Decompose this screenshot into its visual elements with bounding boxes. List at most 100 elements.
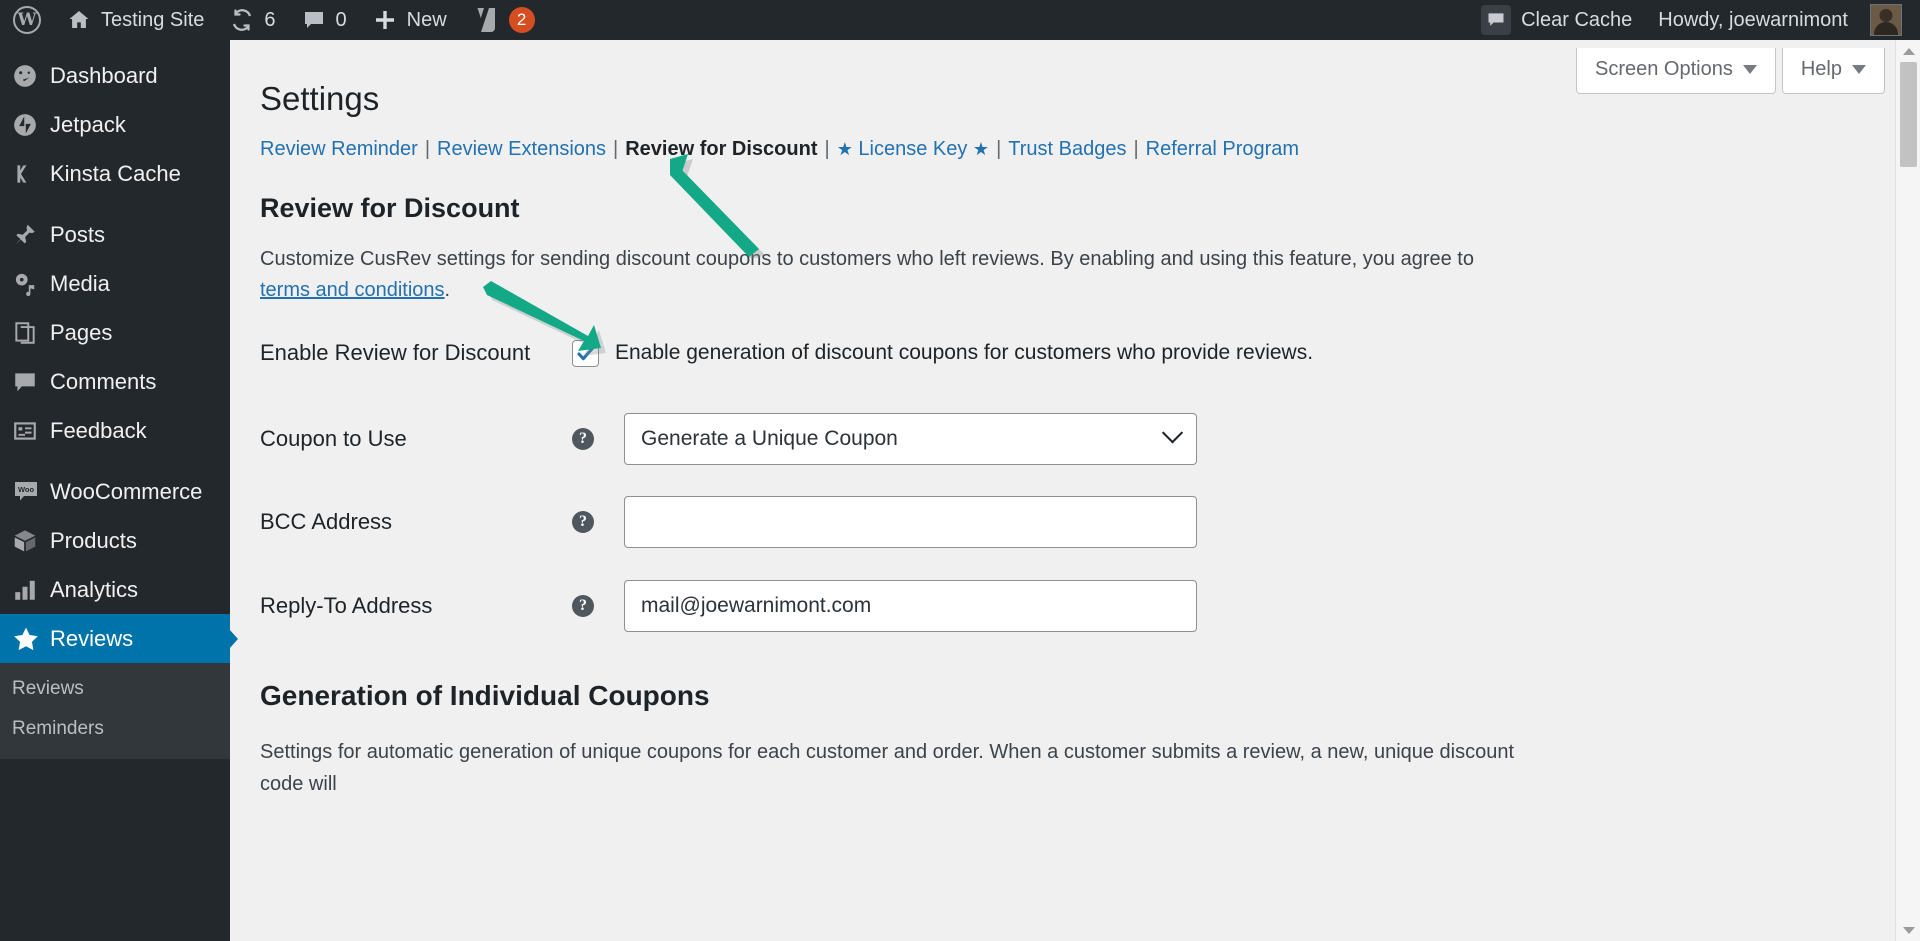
sidebar-item-comments[interactable]: Comments (0, 357, 230, 406)
sidebar-item-dashboard[interactable]: Dashboard (0, 51, 230, 100)
yoast-seo-button[interactable]: 2 (460, 0, 548, 40)
sidebar-item-label: WooCommerce (50, 478, 203, 504)
admin-bar: Testing Site 6 0 New (0, 0, 1920, 40)
comment-bubble-icon (12, 369, 50, 395)
bar-chart-icon (12, 577, 50, 603)
bcc-address-label: BCC Address (260, 508, 393, 534)
reply-to-help-slot: ? (572, 594, 624, 617)
reply-to-address-input[interactable]: mail@joewarnimont.com (624, 579, 1197, 632)
chevron-down-icon (1161, 422, 1184, 444)
updates-button[interactable]: 6 (217, 0, 288, 40)
help-icon[interactable]: ? (572, 510, 594, 533)
bcc-address-row: BCC Address ? (260, 495, 1875, 548)
checkmark-icon (577, 346, 594, 361)
new-content-label: New (406, 8, 447, 31)
tab-referral-program[interactable]: Referral Program (1146, 135, 1299, 163)
reviews-submenu: Reviews Reminders (0, 663, 230, 759)
clear-cache-button[interactable]: Clear Cache (1468, 0, 1645, 40)
star-icon: ★ (836, 138, 853, 159)
coupon-to-use-select[interactable]: Generate a Unique Coupon (624, 412, 1197, 465)
sidebar-item-label: Reviews (50, 625, 134, 651)
reply-to-address-value: mail@joewarnimont.com (641, 593, 872, 617)
screen-meta-links: Screen Options Help (1576, 48, 1885, 94)
account-menu-button[interactable]: Howdy, joewarnimont (1645, 0, 1920, 40)
jetpack-icon (12, 112, 50, 138)
updates-icon (230, 8, 254, 32)
enable-review-for-discount-row: Enable Review for Discount Enable genera… (260, 339, 1875, 367)
screen-options-button[interactable]: Screen Options (1576, 48, 1776, 94)
comments-count: 0 (335, 8, 347, 31)
bcc-help-slot: ? (572, 510, 624, 533)
screen-options-label: Screen Options (1595, 58, 1733, 80)
scrollbar-thumb[interactable] (1900, 62, 1917, 167)
tab-license-key-label: License Key (858, 137, 968, 160)
sidebar-item-pages[interactable]: Pages (0, 308, 230, 357)
sidebar-item-label: Pages (50, 319, 113, 345)
kinsta-k-icon (12, 161, 50, 187)
updates-count: 6 (264, 8, 276, 31)
site-name-button[interactable]: Testing Site (54, 0, 217, 40)
description-text-after: . (444, 278, 451, 301)
help-icon[interactable]: ? (572, 427, 594, 450)
admin-bar-right-group: Clear Cache Howdy, joewarnimont (1468, 0, 1920, 40)
sidebar-item-posts[interactable]: Posts (0, 210, 230, 259)
chevron-down-icon (1902, 926, 1915, 934)
enable-review-for-discount-checkbox[interactable] (572, 339, 599, 367)
settings-tab-nav: Review Reminder | Review Extensions | Re… (260, 135, 1875, 163)
plus-icon (373, 8, 397, 32)
chevron-up-icon (1902, 47, 1915, 55)
yoast-seo-icon (473, 6, 499, 34)
menu-separator (0, 455, 230, 467)
section-description: Customize CusRev settings for sending di… (260, 244, 1475, 306)
tab-separator: | (613, 137, 619, 160)
clear-cache-label: Clear Cache (1521, 8, 1633, 31)
scrollbar-down-button[interactable] (1896, 919, 1920, 941)
menu-separator (0, 198, 230, 210)
section-title: Review for Discount (260, 192, 520, 223)
sidebar-item-reviews[interactable]: Reviews (0, 614, 230, 663)
chevron-down-icon (1852, 65, 1866, 74)
feedback-form-icon (12, 418, 50, 444)
sidebar-item-feedback[interactable]: Feedback (0, 406, 230, 455)
sidebar-item-woocommerce[interactable]: Woo WooCommerce (0, 467, 230, 516)
sidebar-item-products[interactable]: Products (0, 516, 230, 565)
pages-icon (12, 320, 50, 346)
sidebar-item-label: Feedback (50, 417, 147, 443)
reply-to-address-row: Reply-To Address ? mail@joewarnimont.com (260, 579, 1875, 632)
tab-review-for-discount[interactable]: Review for Discount (625, 135, 817, 163)
admin-sidebar-menu: Dashboard Jetpack Kinsta Cache Posts Med… (0, 40, 230, 941)
star-icon (12, 625, 50, 653)
help-button[interactable]: Help (1781, 48, 1885, 94)
sidebar-item-label: Jetpack (50, 111, 126, 137)
sidebar-item-label: Posts (50, 221, 106, 247)
terms-and-conditions-link[interactable]: terms and conditions (260, 279, 445, 301)
subsection-description: Settings for automatic generation of uni… (260, 740, 1515, 796)
scrollbar-up-button[interactable] (1896, 40, 1920, 62)
sidebar-item-analytics[interactable]: Analytics (0, 565, 230, 614)
sidebar-item-kinsta-cache[interactable]: Kinsta Cache (0, 149, 230, 198)
settings-wrap: Settings Review Reminder | Review Extens… (230, 40, 1905, 801)
sidebar-item-media[interactable]: Media (0, 259, 230, 308)
tab-trust-badges[interactable]: Trust Badges (1008, 135, 1126, 163)
tab-review-extensions[interactable]: Review Extensions (437, 135, 606, 163)
page-scrollbar[interactable] (1895, 40, 1920, 941)
products-box-icon (12, 528, 50, 554)
enable-checkbox-label: Enable generation of discount coupons fo… (615, 341, 1314, 365)
help-icon[interactable]: ? (572, 594, 594, 617)
bcc-address-input[interactable] (624, 495, 1197, 548)
sidebar-item-label: Analytics (50, 576, 139, 602)
sidebar-item-jetpack[interactable]: Jetpack (0, 100, 230, 149)
tab-review-reminder[interactable]: Review Reminder (260, 135, 418, 163)
submenu-item-reminders[interactable]: Reminders (0, 709, 230, 749)
tab-separator: | (824, 137, 830, 160)
woocommerce-icon: Woo (12, 479, 50, 505)
help-label: Help (1800, 58, 1842, 80)
submenu-item-reviews[interactable]: Reviews (0, 669, 230, 709)
comments-button[interactable]: 0 (289, 0, 360, 40)
wordpress-logo-button[interactable] (0, 0, 54, 40)
sidebar-item-label: Products (50, 527, 137, 553)
main-content-area: Screen Options Help Settings Review Remi… (230, 40, 1905, 941)
enable-checkbox-group: Enable generation of discount coupons fo… (572, 339, 1314, 367)
new-content-button[interactable]: New (360, 0, 460, 40)
tab-license-key[interactable]: ★ License Key ★ (837, 135, 989, 163)
